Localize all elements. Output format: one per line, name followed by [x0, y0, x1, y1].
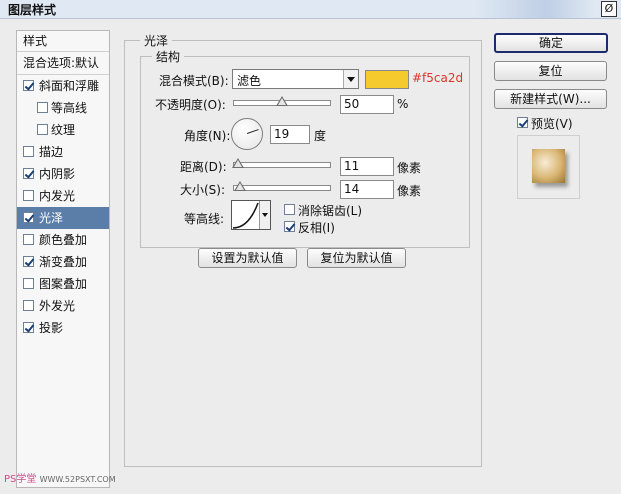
opacity-slider[interactable]: [233, 96, 331, 106]
style-item-label: 颜色叠加: [39, 233, 88, 247]
new-style-button[interactable]: 新建样式(W)...: [494, 89, 607, 109]
contour-label: 等高线:: [184, 212, 225, 226]
style-item-checkbox[interactable]: [23, 146, 34, 157]
distance-slider[interactable]: [232, 158, 331, 168]
angle-unit: 度: [314, 129, 327, 143]
preview-checkbox[interactable]: [517, 117, 528, 128]
distance-input[interactable]: 11: [340, 157, 394, 176]
size-slider-thumb[interactable]: [233, 181, 246, 191]
styles-list: 样式 混合选项:默认 斜面和浮雕等高线纹理描边内阴影内发光光泽颜色叠加渐变叠加图…: [16, 30, 110, 488]
blend-mode-label: 混合模式(B):: [159, 74, 229, 88]
style-item[interactable]: 斜面和浮雕: [17, 75, 109, 97]
style-item-checkbox[interactable]: [23, 256, 34, 267]
contour-picker[interactable]: [231, 200, 271, 230]
style-item-label: 斜面和浮雕: [39, 79, 100, 93]
title-bar: 图层样式 Ø: [0, 0, 621, 19]
size-input[interactable]: 14: [340, 180, 394, 199]
size-unit: 像素: [397, 184, 422, 198]
style-item-label: 渐变叠加: [39, 255, 88, 269]
window-title: 图层样式: [8, 3, 57, 17]
style-item-checkbox[interactable]: [23, 190, 34, 201]
style-item-checkbox[interactable]: [23, 80, 34, 91]
angle-dial[interactable]: [231, 118, 263, 150]
angle-label: 角度(N):: [184, 129, 231, 143]
style-item-label: 投影: [39, 321, 64, 335]
blending-options-item[interactable]: 混合选项:默认: [17, 52, 109, 75]
opacity-label: 不透明度(O):: [155, 98, 226, 112]
distance-slider-thumb[interactable]: [232, 158, 245, 168]
opacity-slider-thumb[interactable]: [276, 96, 288, 106]
style-item-label: 内阴影: [39, 167, 76, 181]
styles-header[interactable]: 样式: [17, 31, 109, 52]
watermark: PS学堂 WWW.52PSXT.COM: [4, 470, 116, 485]
style-item-checkbox[interactable]: [23, 212, 34, 223]
style-item[interactable]: 投影: [17, 317, 109, 339]
style-item-checkbox[interactable]: [23, 300, 34, 311]
antialias-label: 消除锯齿(L): [298, 204, 363, 218]
color-hex-text: #f5ca2d: [412, 71, 464, 85]
style-items: 斜面和浮雕等高线纹理描边内阴影内发光光泽颜色叠加渐变叠加图案叠加外发光投影: [17, 75, 109, 339]
invert-label: 反相(I): [298, 221, 335, 235]
style-item[interactable]: 描边: [17, 141, 109, 163]
invert-checkbox[interactable]: [284, 221, 295, 232]
style-preview: [517, 135, 580, 199]
style-item-label: 内发光: [39, 189, 76, 203]
style-item[interactable]: 纹理: [17, 119, 109, 141]
reset-default-button[interactable]: 复位为默认值: [307, 248, 406, 268]
style-item-label: 图案叠加: [39, 277, 88, 291]
ok-button[interactable]: 确定: [494, 33, 608, 53]
watermark-url: WWW.52PSXT.COM: [39, 475, 116, 484]
contour-dropdown-icon[interactable]: [259, 201, 270, 229]
style-item-label: 光泽: [39, 211, 64, 225]
style-item-label: 描边: [39, 145, 64, 159]
style-item-label: 纹理: [51, 123, 76, 137]
style-item[interactable]: 内阴影: [17, 163, 109, 185]
style-item[interactable]: 图案叠加: [17, 273, 109, 295]
style-item[interactable]: 等高线: [17, 97, 109, 119]
set-default-button[interactable]: 设置为默认值: [198, 248, 297, 268]
structure-title: 结构: [152, 48, 185, 65]
distance-label: 距离(D):: [180, 160, 227, 174]
style-item[interactable]: 内发光: [17, 185, 109, 207]
color-swatch[interactable]: [365, 70, 409, 89]
contour-curve-icon: [232, 202, 259, 229]
style-item-checkbox[interactable]: [23, 168, 34, 179]
style-item-checkbox[interactable]: [37, 102, 48, 113]
style-item-checkbox[interactable]: [23, 234, 34, 245]
style-item-label: 等高线: [51, 101, 88, 115]
style-item-checkbox[interactable]: [37, 124, 48, 135]
watermark-text: PS学堂: [4, 474, 37, 485]
satin-group-title: 光泽: [140, 32, 173, 49]
blend-mode-value: 滤色: [237, 74, 262, 88]
style-item[interactable]: 渐变叠加: [17, 251, 109, 273]
title-decoration: [475, 0, 595, 18]
opacity-unit: %: [397, 97, 409, 111]
style-item[interactable]: 外发光: [17, 295, 109, 317]
close-button[interactable]: Ø: [601, 1, 617, 17]
antialias-checkbox[interactable]: [284, 204, 295, 215]
opacity-input[interactable]: 50: [340, 95, 394, 114]
blend-mode-select[interactable]: 滤色: [232, 69, 359, 89]
preview-label: 预览(V): [531, 117, 573, 131]
style-item-checkbox[interactable]: [23, 278, 34, 289]
chevron-down-icon: [343, 70, 358, 88]
style-item[interactable]: 光泽: [17, 207, 109, 229]
style-item-label: 外发光: [39, 299, 76, 313]
size-label: 大小(S):: [180, 183, 226, 197]
reset-button[interactable]: 复位: [494, 61, 607, 81]
size-slider[interactable]: [233, 181, 331, 191]
style-item-checkbox[interactable]: [23, 322, 34, 333]
style-item[interactable]: 颜色叠加: [17, 229, 109, 251]
angle-input[interactable]: 19: [270, 125, 310, 144]
distance-unit: 像素: [397, 161, 422, 175]
preview-swatch: [532, 149, 565, 183]
